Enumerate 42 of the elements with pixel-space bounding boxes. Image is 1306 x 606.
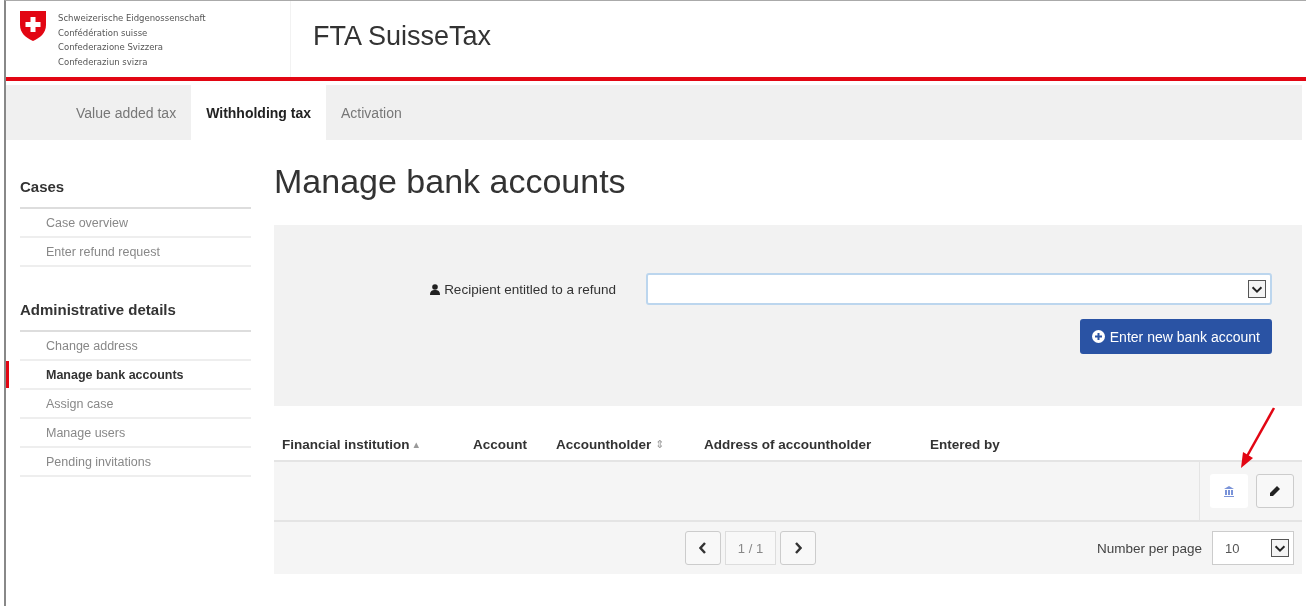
page-indicator: 1 / 1	[724, 531, 777, 565]
sidebar-item[interactable]: Manage bank accounts	[20, 361, 251, 390]
bank-icon	[1224, 485, 1234, 497]
page-title: Manage bank accounts	[274, 162, 627, 201]
sidebar-section-title: Cases	[20, 178, 251, 209]
dropdown-caret-icon	[1248, 280, 1266, 298]
next-page-button[interactable]	[780, 531, 817, 565]
edit-button[interactable]	[1256, 474, 1294, 508]
column-header: Account	[473, 436, 527, 452]
nav-tab[interactable]: Activation	[326, 85, 417, 140]
bank-button[interactable]	[1210, 474, 1248, 508]
annotation-arrow-icon	[1238, 406, 1278, 470]
nav-tab[interactable]: Value added tax	[6, 85, 192, 140]
sidebar-item[interactable]: Pending invitations	[20, 448, 251, 477]
column-header: Accountholder	[556, 436, 652, 452]
swiss-shield-icon	[20, 11, 46, 41]
per-page-label: Number per page	[1096, 540, 1202, 556]
chevron-left-icon	[698, 542, 707, 554]
active-marker	[6, 361, 9, 388]
chevron-right-icon	[794, 542, 803, 554]
plus-circle-icon	[1091, 330, 1105, 343]
column-header: Address of accountholder	[704, 436, 872, 452]
sidebar-item[interactable]: Enter refund request	[20, 238, 251, 267]
column-header: Entered by	[930, 436, 1000, 452]
pencil-icon	[1269, 485, 1281, 497]
sidebar-section-title: Administrative details	[20, 301, 251, 332]
previous-page-button[interactable]	[684, 531, 721, 565]
sidebar-item[interactable]: Manage users	[20, 419, 251, 448]
sidebar-item[interactable]: Assign case	[20, 390, 251, 419]
sort-icon[interactable]: ⇕	[655, 437, 665, 451]
nav-tab[interactable]: Withholding tax	[191, 85, 326, 140]
dropdown-caret-icon	[1271, 539, 1289, 557]
sidebar-item[interactable]: Change address	[20, 332, 251, 361]
enter-new-bank-account-button[interactable]: Enter new bank account	[1079, 319, 1272, 354]
per-page-select[interactable]: 10	[1212, 531, 1294, 565]
sidebar-item[interactable]: Case overview	[20, 209, 251, 238]
app-title: FTA SuisseTax	[312, 20, 492, 53]
column-header: Financial institution	[282, 436, 410, 452]
agency-name: Schweizerische Eidgenossenschaft Confédération suisse Confederazione Svizzera Confederaziun svizra	[58, 12, 206, 69]
field-label: Recipient entitled to a refund	[444, 281, 616, 297]
person-icon	[430, 283, 441, 295]
sort-icon[interactable]: ▴	[413, 437, 420, 451]
